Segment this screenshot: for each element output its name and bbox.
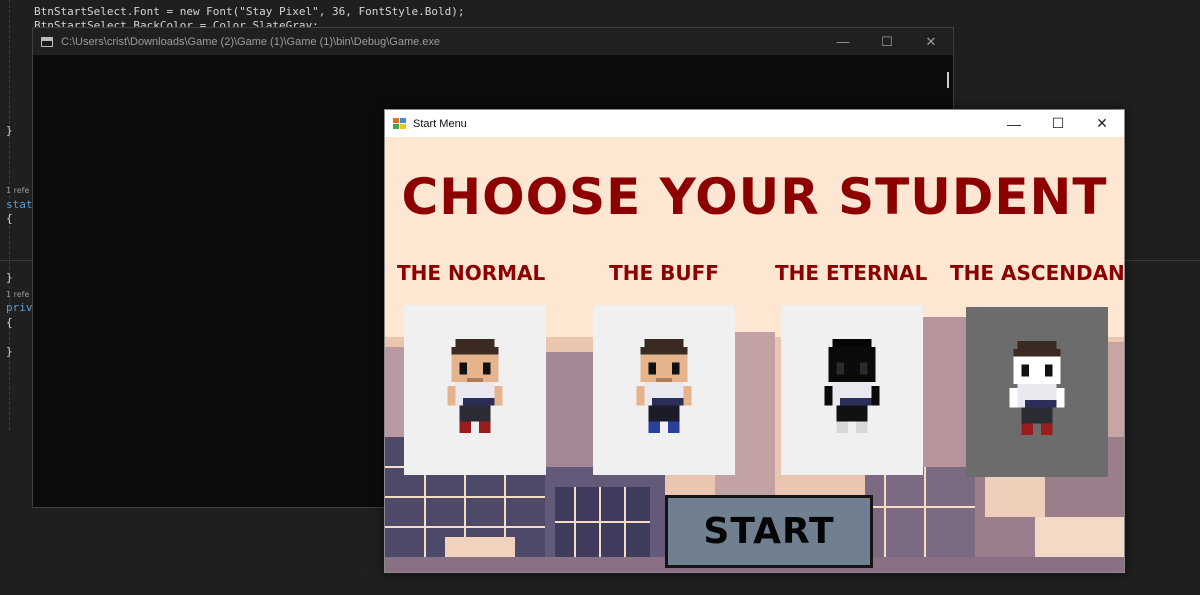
brace: } bbox=[6, 271, 13, 284]
student-ascendant-icon bbox=[1009, 340, 1065, 436]
minimize-icon[interactable]: — bbox=[821, 28, 865, 55]
start-menu-title: Start Menu bbox=[413, 117, 467, 130]
reference-count[interactable]: 1 refe bbox=[6, 186, 29, 195]
brace: { bbox=[6, 316, 13, 329]
close-icon[interactable]: ✕ bbox=[1080, 110, 1124, 137]
console-title: C:\Users\crist\Downloads\Game (2)\Game (… bbox=[61, 35, 441, 48]
brace: } bbox=[6, 124, 13, 137]
start-menu-titlebar[interactable]: Start Menu — ☐ ✕ bbox=[385, 110, 1124, 137]
student-card-eternal[interactable] bbox=[781, 305, 923, 475]
minimize-icon[interactable]: — bbox=[992, 110, 1036, 137]
page-title: CHOOSE YOUR STUDENT bbox=[401, 168, 1108, 226]
start-button[interactable]: START bbox=[665, 495, 873, 568]
start-menu-client: CHOOSE YOUR STUDENT THE NORMAL THE BUFF … bbox=[385, 137, 1124, 572]
student-name-normal: THE NORMAL bbox=[397, 261, 546, 285]
code-keyword[interactable]: priv bbox=[6, 301, 33, 314]
maximize-icon[interactable]: ☐ bbox=[1036, 110, 1080, 137]
code-keyword[interactable]: stat bbox=[6, 198, 33, 211]
student-normal-icon bbox=[447, 338, 503, 434]
student-name-ascendant: THE ASCENDANT bbox=[950, 261, 1124, 285]
brace: } bbox=[6, 345, 13, 358]
student-card-normal[interactable] bbox=[404, 305, 546, 475]
code-line-font[interactable]: BtnStartSelect.Font = new Font("Stay Pix… bbox=[34, 5, 464, 18]
form-app-icon bbox=[393, 117, 407, 130]
student-buff-icon bbox=[636, 338, 692, 434]
maximize-icon[interactable]: ☐ bbox=[865, 28, 909, 55]
student-eternal-icon bbox=[824, 338, 880, 434]
student-card-ascendant[interactable] bbox=[966, 307, 1108, 477]
console-titlebar[interactable]: C:\Users\crist\Downloads\Game (2)\Game (… bbox=[33, 28, 953, 55]
console-app-icon bbox=[41, 36, 53, 47]
student-card-buff[interactable] bbox=[593, 305, 735, 475]
reference-count[interactable]: 1 refe bbox=[6, 290, 29, 299]
code-line-backcolor[interactable]: BtnStartSelect.BackColor = Color.SlateGr… bbox=[34, 19, 319, 27]
brace: { bbox=[6, 212, 13, 225]
text-cursor bbox=[947, 72, 949, 88]
start-menu-window[interactable]: Start Menu — ☐ ✕ CHOOSE YOUR STUDENT THE… bbox=[384, 109, 1125, 573]
close-icon[interactable]: ✕ bbox=[909, 28, 953, 55]
student-name-buff: THE BUFF bbox=[609, 261, 719, 285]
student-name-eternal: THE ETERNAL bbox=[775, 261, 928, 285]
